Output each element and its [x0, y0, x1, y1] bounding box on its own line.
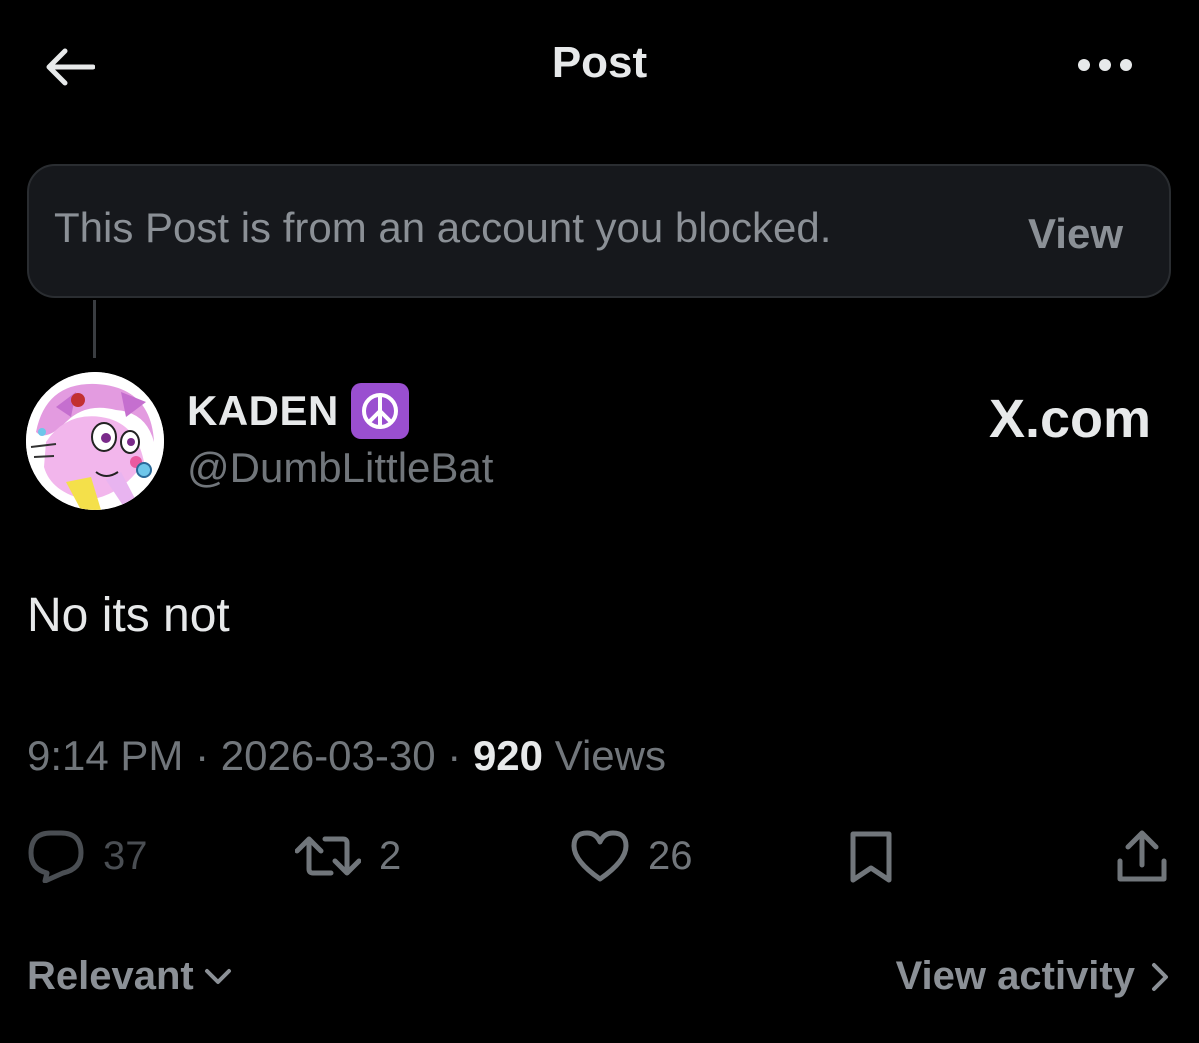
view-activity-label: View activity — [895, 954, 1135, 998]
views-label: Views — [554, 732, 666, 779]
avatar-image — [26, 372, 164, 510]
peace-symbol-icon — [350, 383, 409, 439]
view-blocked-post-button[interactable]: View — [1028, 210, 1123, 258]
like-count: 26 — [648, 833, 693, 878]
blocked-post-banner: This Post is from an account you blocked… — [27, 164, 1171, 298]
avatar[interactable] — [26, 372, 164, 510]
page-title: Post — [551, 38, 648, 87]
blocked-message: This Post is from an account you blocked… — [54, 204, 832, 251]
more-horizontal-icon — [1078, 59, 1132, 71]
bookmark-icon — [850, 831, 892, 883]
like-button[interactable]: 26 — [570, 826, 693, 886]
share-button[interactable] — [1114, 826, 1170, 886]
thread-connector-line — [93, 300, 96, 358]
meta-separator: · — [447, 732, 462, 779]
chevron-right-icon — [1152, 962, 1168, 991]
author-handle[interactable]: @DumbLittleBat — [187, 444, 493, 492]
sort-label: Relevant — [27, 954, 194, 998]
post-detail-page: Post This Post is from an account you bl… — [0, 0, 1199, 1043]
post-source-label: X.com — [988, 389, 1151, 449]
author-name-row: KADEN — [187, 383, 409, 439]
reply-count: 37 — [103, 833, 148, 878]
repost-button[interactable]: 2 — [295, 826, 401, 886]
repost-count: 2 — [379, 833, 402, 878]
view-activity-link[interactable]: View activity — [896, 954, 1169, 999]
share-icon — [1117, 830, 1167, 882]
chevron-down-icon — [204, 968, 231, 984]
repost-icon — [295, 836, 361, 876]
post-date[interactable]: 2026-03-30 — [221, 732, 436, 779]
author-name[interactable]: KADEN — [187, 387, 339, 435]
bookmark-button[interactable] — [843, 826, 899, 886]
more-options-button[interactable] — [1070, 40, 1140, 90]
post-text: No its not — [27, 589, 230, 642]
reply-icon — [28, 830, 84, 883]
sort-dropdown[interactable]: Relevant — [27, 954, 232, 999]
reply-button[interactable]: 37 — [27, 826, 148, 886]
post-time[interactable]: 9:14 PM — [27, 732, 183, 779]
post-meta: 9:14 PM · 2026-03-30 · 920 Views — [27, 732, 666, 780]
meta-separator: · — [195, 732, 210, 779]
views-count: 920 — [472, 732, 544, 779]
heart-icon — [571, 830, 629, 882]
